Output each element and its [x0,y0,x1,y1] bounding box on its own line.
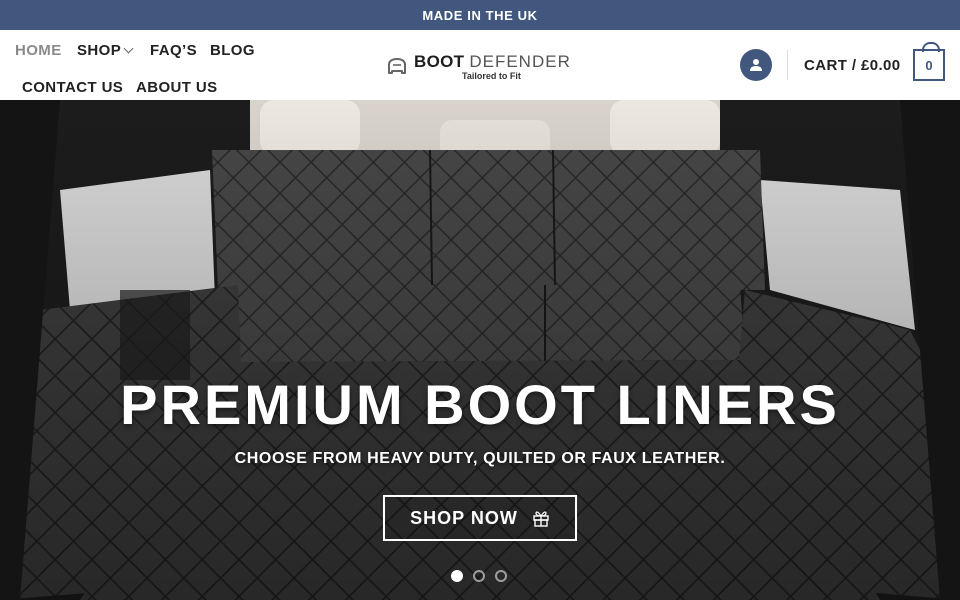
logo-name-light: DEFENDER [469,52,571,71]
cart-link[interactable]: CART / £0.00 [804,57,901,74]
nav-contact[interactable]: CONTACT US [22,79,123,96]
shop-now-button[interactable]: SHOP NOW [383,495,577,541]
logo-tagline: Tailored to Fit [462,71,521,81]
nav-shop-label: SHOP [77,42,122,59]
gift-icon [533,511,549,527]
shop-now-label: SHOP NOW [410,507,518,528]
nav-blog[interactable]: BLOG [210,42,255,59]
site-logo[interactable]: BOOT DEFENDER Tailored to Fit [386,50,576,84]
cart-count-badge[interactable]: 0 [913,42,945,81]
hero-subtitle: CHOOSE FROM HEAVY DUTY, QUILTED OR FAUX … [234,450,726,467]
logo-name-bold: BOOT [414,52,465,71]
nav-shop[interactable]: SHOP [77,42,134,59]
slider-dots [451,570,507,582]
announcement-text: MADE IN THE UK [422,7,538,23]
nav-about[interactable]: ABOUT US [136,79,218,96]
car-logo-icon [388,58,406,74]
hero-title: PREMIUM BOOT LINERS [120,373,840,436]
nav-home[interactable]: HOME [15,42,62,59]
slide-dot-3[interactable] [495,570,507,582]
announcement-bar: MADE IN THE UK [0,0,960,30]
user-icon [750,59,762,71]
account-button[interactable] [740,49,772,81]
chevron-down-icon [123,43,134,54]
hero-slider: PREMIUM BOOT LINERS CHOOSE FROM HEAVY DU… [0,100,960,600]
nav-faqs[interactable]: FAQ’S [150,42,197,59]
slide-dot-1[interactable] [451,570,463,582]
header-divider [787,50,788,80]
slide-dot-2[interactable] [473,570,485,582]
